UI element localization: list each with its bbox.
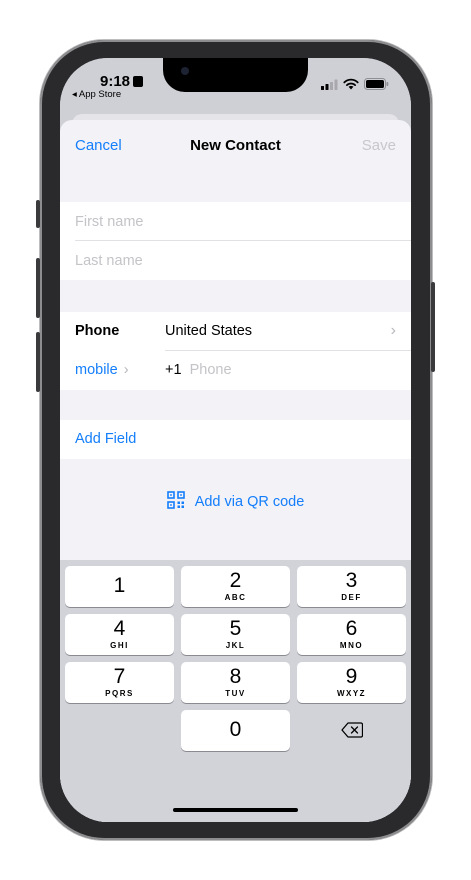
last-name-row[interactable]: Last name — [60, 241, 411, 280]
key-7[interactable]: 7 PQRS — [65, 662, 174, 703]
key-digit: 3 — [345, 569, 358, 592]
key-digit: 8 — [229, 665, 242, 688]
status-icons — [321, 78, 389, 90]
key-letters: PQRS — [105, 689, 134, 698]
key-digit: 5 — [229, 617, 242, 640]
phone-country-row[interactable]: Phone United States › — [60, 312, 411, 351]
key-letters: DEF — [341, 593, 362, 602]
key-digit: 4 — [113, 617, 126, 640]
phone-input-wrap[interactable]: +1 Phone — [165, 362, 232, 378]
key-letters: WXYZ — [336, 689, 367, 698]
country-code: +1 — [165, 362, 182, 378]
home-indicator[interactable] — [173, 808, 298, 812]
key-digit: 7 — [113, 665, 126, 688]
key-letters: JKL — [225, 641, 246, 650]
volume-down-button — [36, 332, 40, 392]
add-field-group: Add Field — [60, 420, 411, 459]
phone-label: Phone — [75, 323, 120, 339]
phone-type-label: mobile — [75, 362, 118, 378]
key-digit: 2 — [229, 569, 242, 592]
time-text: 9:18 — [100, 73, 131, 90]
key-digit: 1 — [113, 574, 126, 597]
last-name-field[interactable]: Last name — [75, 253, 143, 269]
first-name-field[interactable]: First name — [75, 214, 144, 230]
name-group: First name Last name — [60, 202, 411, 280]
key-3[interactable]: 3 DEF — [297, 566, 406, 607]
navigation-bar: Cancel New Contact Save — [60, 120, 411, 168]
save-button[interactable]: Save — [362, 137, 396, 154]
phone-type-selector[interactable]: mobile › — [75, 362, 129, 378]
first-name-row[interactable]: First name — [60, 202, 411, 241]
phone-group: Phone United States › mobile › +1 Phone — [60, 312, 411, 390]
cellular-signal-icon — [321, 79, 338, 90]
key-letters: TUV — [225, 689, 246, 698]
back-to-app-link[interactable]: ◂ App Store — [72, 89, 121, 100]
key-9[interactable]: 9 WXYZ — [297, 662, 406, 703]
key-8[interactable]: 8 TUV — [181, 662, 290, 703]
key-1[interactable]: 1 — [65, 566, 174, 607]
action-button — [36, 200, 40, 228]
key-0[interactable]: 0 — [181, 710, 290, 751]
chevron-right-icon: › — [390, 322, 396, 339]
chevron-right-icon: › — [123, 362, 129, 378]
contact-card-icon — [133, 76, 144, 87]
key-4[interactable]: 4 GHI — [65, 614, 174, 655]
front-camera — [181, 67, 189, 75]
qr-label: Add via QR code — [194, 494, 305, 510]
key-digit: 9 — [345, 665, 358, 688]
key-letters: GHI — [110, 641, 129, 650]
key-5[interactable]: 5 JKL — [181, 614, 290, 655]
volume-up-button — [36, 258, 40, 318]
key-digit: 0 — [229, 718, 242, 741]
delete-backward-icon — [341, 722, 363, 738]
wifi-icon — [343, 78, 359, 90]
screen: 9:18 ◂ App Store Cancel New Contact Save — [60, 58, 411, 822]
power-button — [431, 282, 435, 372]
key-6[interactable]: 6 MNO — [297, 614, 406, 655]
country-value[interactable]: United States — [165, 323, 252, 339]
delete-key[interactable] — [297, 710, 406, 751]
qr-code-icon — [166, 491, 185, 509]
numeric-keypad: 1 2 ABC 3 DEF 4 GHI 5 JKL 6 MNO 7 PQRS 8… — [60, 560, 411, 822]
add-field-button[interactable]: Add Field — [75, 431, 136, 447]
key-letters: ABC — [224, 593, 247, 602]
add-via-qr-button[interactable]: Add via QR code — [60, 491, 411, 510]
status-time: 9:18 — [100, 73, 144, 90]
battery-icon — [364, 78, 389, 90]
notch — [163, 58, 308, 92]
page-title: New Contact — [190, 137, 281, 154]
key-2[interactable]: 2 ABC — [181, 566, 290, 607]
key-digit: 6 — [345, 617, 358, 640]
phone-number-row[interactable]: mobile › +1 Phone — [60, 351, 411, 390]
phone-field[interactable]: Phone — [190, 362, 232, 378]
key-letters: MNO — [339, 641, 364, 650]
